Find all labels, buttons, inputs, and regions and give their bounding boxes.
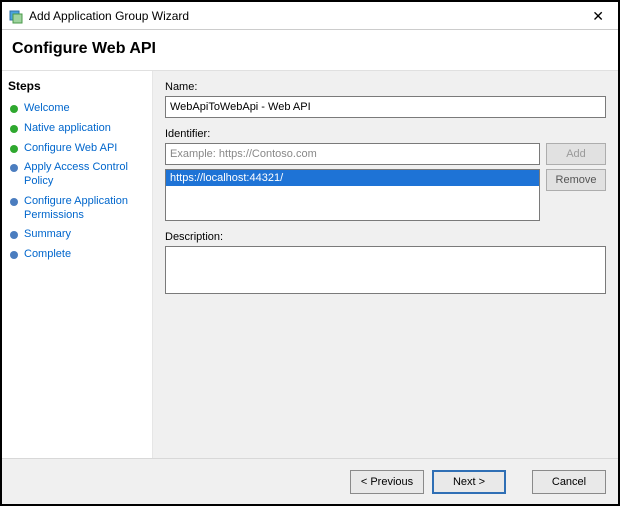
- name-label: Name:: [165, 81, 606, 93]
- step-apply-access-control-policy[interactable]: Apply Access Control Policy: [8, 158, 146, 192]
- step-label: Configure Web API: [24, 142, 117, 156]
- window-title: Add Application Group Wizard: [29, 9, 189, 23]
- step-label: Complete: [24, 248, 71, 262]
- step-configure-web-api[interactable]: Configure Web API: [8, 139, 146, 159]
- step-configure-application-permissions[interactable]: Configure Application Permissions: [8, 192, 146, 226]
- steps-heading: Steps: [8, 79, 146, 93]
- identifier-input[interactable]: [165, 143, 540, 165]
- step-native-application[interactable]: Native application: [8, 119, 146, 139]
- step-label: Configure Application Permissions: [24, 195, 144, 223]
- description-input[interactable]: [165, 246, 606, 294]
- step-bullet-icon: [10, 231, 18, 239]
- titlebar: Add Application Group Wizard ✕: [2, 2, 618, 30]
- next-button[interactable]: Next >: [432, 470, 506, 494]
- previous-button[interactable]: < Previous: [350, 470, 424, 494]
- wizard-header: Configure Web API: [2, 30, 618, 71]
- app-icon: [8, 8, 24, 24]
- identifier-label: Identifier:: [165, 128, 606, 140]
- remove-button[interactable]: Remove: [546, 169, 606, 191]
- close-icon[interactable]: ✕: [584, 7, 612, 25]
- add-button[interactable]: Add: [546, 143, 606, 165]
- step-welcome[interactable]: Welcome: [8, 99, 146, 119]
- wizard-body: Steps Welcome Native application Configu…: [2, 71, 618, 458]
- step-bullet-icon: [10, 251, 18, 259]
- step-label: Apply Access Control Policy: [24, 161, 144, 189]
- cancel-button[interactable]: Cancel: [532, 470, 606, 494]
- step-bullet-icon: [10, 198, 18, 206]
- step-complete[interactable]: Complete: [8, 245, 146, 265]
- description-label: Description:: [165, 231, 606, 243]
- form-panel: Name: Identifier: Add https://localhost:…: [152, 71, 618, 458]
- step-bullet-icon: [10, 164, 18, 172]
- step-label: Summary: [24, 228, 71, 242]
- name-input[interactable]: [165, 96, 606, 118]
- steps-sidebar: Steps Welcome Native application Configu…: [2, 71, 152, 458]
- step-bullet-icon: [10, 105, 18, 113]
- identifier-listbox[interactable]: https://localhost:44321/: [165, 169, 540, 221]
- wizard-window: Add Application Group Wizard ✕ Configure…: [0, 0, 620, 506]
- step-bullet-icon: [10, 125, 18, 133]
- step-summary[interactable]: Summary: [8, 225, 146, 245]
- titlebar-left: Add Application Group Wizard: [8, 8, 189, 24]
- wizard-footer: < Previous Next > Cancel: [2, 458, 618, 504]
- identifier-list-item[interactable]: https://localhost:44321/: [166, 170, 539, 186]
- step-bullet-icon: [10, 145, 18, 153]
- page-title: Configure Web API: [12, 40, 608, 58]
- step-label: Welcome: [24, 102, 70, 116]
- step-label: Native application: [24, 122, 111, 136]
